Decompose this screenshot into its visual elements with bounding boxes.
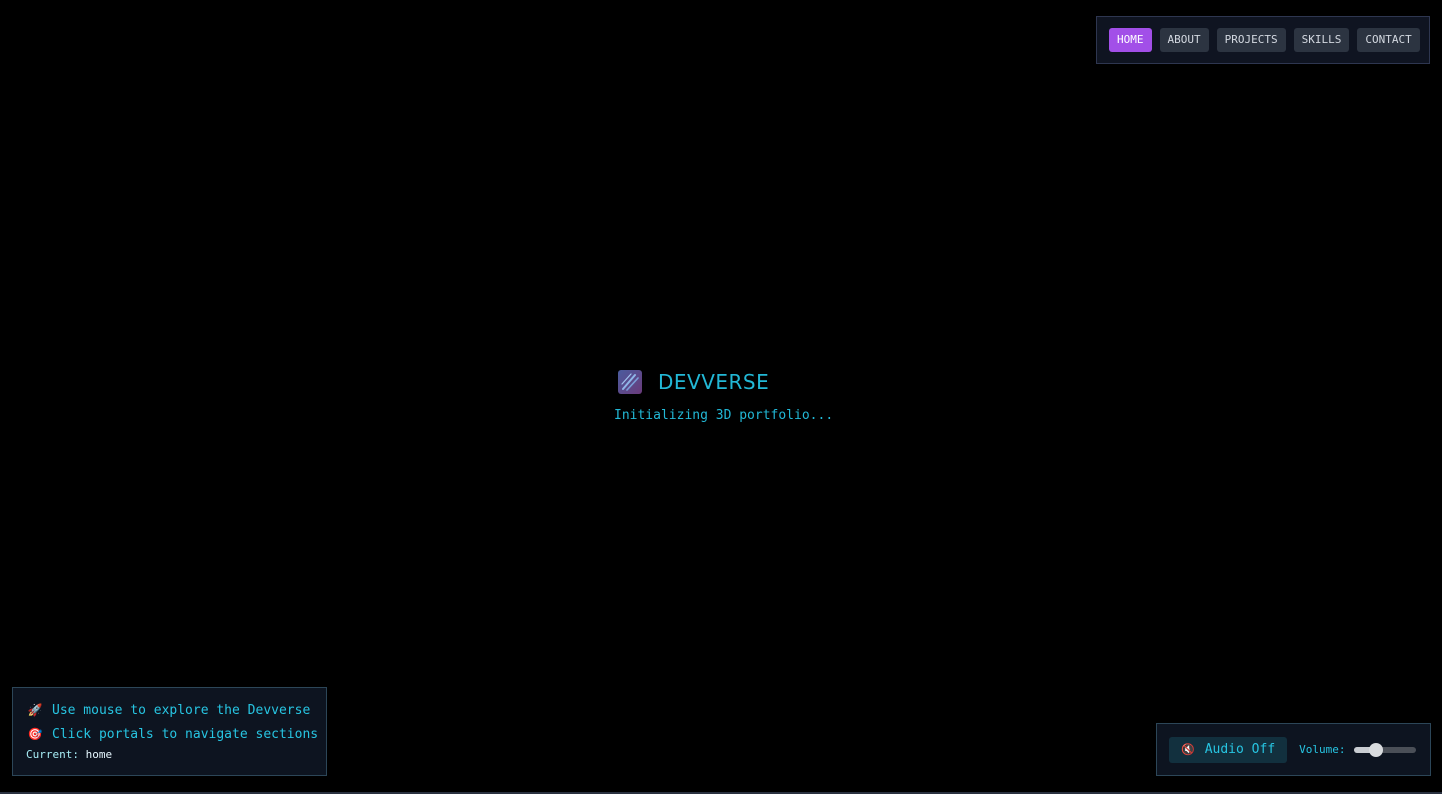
mute-icon: 🔇 — [1181, 743, 1195, 756]
rocket-icon: 🚀 — [27, 703, 43, 717]
current-label: Current: — [26, 748, 79, 761]
nav-projects-button[interactable]: PROJECTS — [1216, 28, 1286, 52]
brand-name: DEVVERSE — [658, 370, 770, 394]
current-value: home — [85, 748, 113, 761]
help-line-portals: 🎯 Click portals to navigate sections — [26, 724, 326, 744]
volume-slider[interactable] — [1353, 741, 1416, 759]
nav-skills-button[interactable]: SKILLS — [1293, 28, 1350, 52]
current-section: Current: home — [26, 748, 326, 761]
loader-title: DEVVERSE — [618, 370, 769, 394]
help-text-portals: Click portals to navigate sections — [52, 726, 319, 742]
help-text-explore: Use mouse to explore the Devverse — [52, 702, 311, 718]
nav-home-button[interactable]: HOME — [1109, 28, 1152, 52]
nav-about-button[interactable]: ABOUT — [1159, 28, 1209, 52]
loading-status: Initializing 3D portfolio... — [614, 408, 834, 423]
top-navigation: HOME ABOUT PROJECTS SKILLS CONTACT — [1096, 16, 1430, 64]
volume-thumb[interactable] — [1368, 742, 1383, 757]
target-icon: 🎯 — [27, 727, 43, 741]
audio-toggle-button[interactable]: 🔇 Audio Off — [1169, 736, 1288, 763]
nav-contact-button[interactable]: CONTACT — [1357, 28, 1420, 52]
help-line-explore: 🚀 Use mouse to explore the Devverse — [26, 700, 326, 720]
comet-icon — [618, 370, 642, 394]
help-panel: 🚀 Use mouse to explore the Devverse 🎯 Cl… — [12, 687, 327, 776]
audio-button-label: Audio Off — [1204, 742, 1276, 757]
audio-panel: 🔇 Audio Off Volume: — [1156, 723, 1431, 776]
app-screen: HOME ABOUT PROJECTS SKILLS CONTACT DEVVE… — [0, 0, 1442, 794]
volume-label: Volume: — [1299, 743, 1346, 756]
